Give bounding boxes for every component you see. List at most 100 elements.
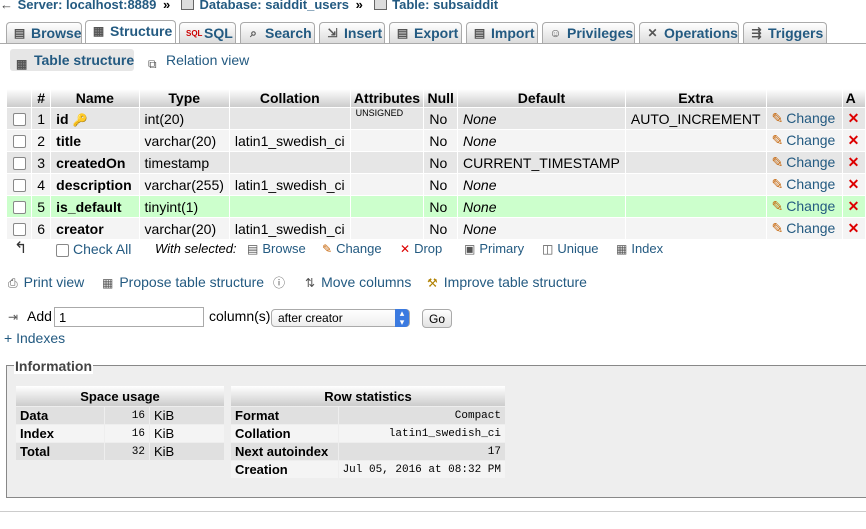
- drop-action[interactable]: ✕: [842, 218, 865, 239]
- add-columns-count-input[interactable]: [54, 307, 204, 327]
- tab-privileges[interactable]: ☺ Privileges: [542, 22, 635, 43]
- cell-collation: latin1_swedish_ci: [229, 174, 350, 195]
- table-row: 5 is_default tinyint(1) No None ✎ Change …: [7, 196, 865, 217]
- drop-icon[interactable]: ✕: [848, 176, 860, 192]
- tab-search[interactable]: ⌕ Search: [240, 22, 315, 43]
- tab-import[interactable]: ▤ Import: [466, 22, 538, 43]
- bulk-index-label[interactable]: Index: [631, 241, 663, 256]
- cell-num: 6: [32, 218, 51, 239]
- back-arrow-icon[interactable]: ←: [0, 0, 14, 12]
- column-position-select[interactable]: after creator ▴ ▾: [271, 309, 410, 327]
- checkbox[interactable]: [12, 113, 26, 127]
- checkbox[interactable]: [12, 223, 26, 237]
- add-columns-icon: ⇥: [8, 310, 19, 324]
- change-link[interactable]: Change: [786, 154, 835, 170]
- change-action[interactable]: ✎ Change: [766, 218, 842, 239]
- cell-null: No: [424, 218, 458, 239]
- bulk-browse[interactable]: ▤ Browse: [247, 241, 306, 256]
- cell-collation: [229, 196, 350, 217]
- bulk-index[interactable]: ▦ Index: [616, 241, 663, 256]
- row-checkbox[interactable]: [7, 218, 32, 239]
- bulk-unique-label[interactable]: Unique: [557, 241, 598, 256]
- breadcrumb-table[interactable]: Table: subsaiddit: [392, 0, 498, 12]
- operations-icon: ✕: [647, 26, 658, 40]
- bulk-drop-label[interactable]: Drop: [414, 241, 442, 256]
- breadcrumb-database[interactable]: Database: saiddit_users: [199, 0, 349, 12]
- stat-unit: KiB: [150, 425, 224, 442]
- bulk-browse-label[interactable]: Browse: [262, 241, 305, 256]
- tab-operations[interactable]: ✕ Operations: [639, 22, 739, 43]
- cell-name: creator: [51, 218, 139, 239]
- row-checkbox[interactable]: [7, 152, 32, 173]
- propose-structure-label[interactable]: Propose table structure: [119, 274, 264, 290]
- check-all-label[interactable]: Check All: [73, 241, 131, 257]
- row-checkbox[interactable]: [7, 196, 32, 217]
- change-link[interactable]: Change: [786, 110, 835, 126]
- header-action-2: A: [842, 89, 865, 107]
- checkbox[interactable]: [12, 157, 26, 171]
- go-button[interactable]: Go: [422, 309, 452, 328]
- print-view-label[interactable]: Print view: [24, 274, 85, 290]
- change-action[interactable]: ✎ Change: [766, 152, 842, 173]
- change-link[interactable]: Change: [786, 198, 835, 214]
- drop-icon[interactable]: ✕: [848, 132, 860, 148]
- print-view-link[interactable]: ⎙ Print view: [8, 274, 84, 291]
- improve-structure-label[interactable]: Improve table structure: [444, 274, 587, 290]
- change-action[interactable]: ✎ Change: [766, 196, 842, 217]
- checkbox[interactable]: [12, 201, 26, 215]
- bulk-primary-label[interactable]: Primary: [479, 241, 524, 256]
- bulk-change[interactable]: ✎ Change: [322, 241, 382, 256]
- move-columns-link[interactable]: ⇅ Move columns: [305, 274, 411, 290]
- bulk-change-label[interactable]: Change: [336, 241, 382, 256]
- drop-icon[interactable]: ✕: [848, 110, 860, 126]
- subnav-table-structure[interactable]: ▦ Table structure: [10, 49, 134, 71]
- checkbox[interactable]: [12, 179, 26, 193]
- tab-structure[interactable]: ▦ Structure: [85, 20, 176, 44]
- help-icon[interactable]: ⓘ: [273, 274, 285, 291]
- change-link[interactable]: Change: [786, 220, 835, 236]
- move-columns-label[interactable]: Move columns: [321, 274, 411, 290]
- check-all[interactable]: Check All: [56, 241, 131, 258]
- drop-action[interactable]: ✕: [842, 108, 865, 129]
- change-action[interactable]: ✎ Change: [766, 130, 842, 151]
- row-checkbox[interactable]: [7, 108, 32, 129]
- stat-unit: KiB: [150, 443, 224, 460]
- drop-action[interactable]: ✕: [842, 174, 865, 195]
- drop-action[interactable]: ✕: [842, 152, 865, 173]
- change-link[interactable]: Change: [786, 176, 835, 192]
- relation-icon: ⧉: [148, 57, 157, 71]
- tab-triggers[interactable]: ⇶ Triggers: [743, 22, 827, 43]
- row-checkbox[interactable]: [7, 174, 32, 195]
- checkbox[interactable]: [56, 244, 69, 258]
- bulk-primary[interactable]: ▣ Primary: [464, 241, 524, 256]
- pencil-icon: ✎: [771, 176, 784, 192]
- improve-structure-link[interactable]: ⚒ Improve table structure: [427, 274, 587, 290]
- browse-icon: ▤: [13, 26, 26, 40]
- indexes-link[interactable]: + Indexes: [4, 330, 65, 346]
- tab-label: Structure: [110, 23, 173, 39]
- change-action[interactable]: ✎ Change: [766, 174, 842, 195]
- unique-icon: ◫: [542, 242, 554, 256]
- breadcrumb-server[interactable]: Server: localhost:8889: [18, 0, 157, 12]
- drop-icon[interactable]: ✕: [848, 198, 860, 214]
- drop-icon[interactable]: ✕: [848, 220, 860, 236]
- tab-sql[interactable]: SQL SQL: [179, 22, 236, 43]
- propose-structure-link[interactable]: ▦ Propose table structure: [102, 274, 264, 290]
- row-checkbox[interactable]: [7, 130, 32, 151]
- drop-action[interactable]: ✕: [842, 196, 865, 217]
- tab-browse[interactable]: ▤ Browse: [6, 22, 82, 43]
- change-action[interactable]: ✎ Change: [766, 108, 842, 129]
- bulk-drop[interactable]: ✕ Drop: [400, 241, 442, 256]
- tab-export[interactable]: ▤ Export: [389, 22, 462, 43]
- change-link[interactable]: Change: [786, 132, 835, 148]
- cell-num: 3: [32, 152, 51, 173]
- pencil-icon: ✎: [771, 110, 784, 126]
- drop-action[interactable]: ✕: [842, 130, 865, 151]
- tab-insert[interactable]: ⇲ Insert: [319, 22, 385, 43]
- subnav-relation-view[interactable]: ⧉ Relation view: [142, 49, 262, 71]
- table-row: 6 creator varchar(20) latin1_swedish_ci …: [7, 218, 865, 239]
- checkbox[interactable]: [12, 135, 26, 149]
- cell-type: varchar(20): [139, 218, 229, 239]
- drop-icon[interactable]: ✕: [848, 154, 860, 170]
- bulk-unique[interactable]: ◫ Unique: [542, 241, 599, 256]
